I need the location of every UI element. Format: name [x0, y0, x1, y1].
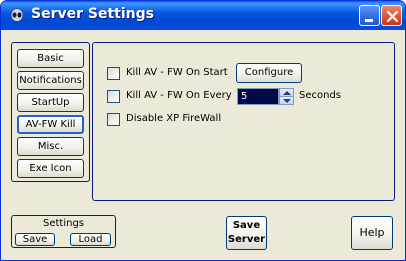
settings-title: Settings — [42, 218, 84, 229]
settings-save-button[interactable]: Save — [15, 233, 55, 246]
minimize-icon — [365, 19, 373, 22]
nav-notifications-button[interactable]: Notifications — [17, 71, 84, 90]
nav-misc-button[interactable]: Misc. — [17, 137, 84, 156]
window-title: Server Settings — [31, 6, 154, 22]
app-icon — [10, 8, 24, 22]
server-settings-window: Server Settings Basic Notifications Star… — [0, 0, 406, 261]
help-button[interactable]: Help — [351, 216, 393, 250]
nav-basic-button[interactable]: Basic — [17, 49, 84, 68]
arrow-down-icon — [283, 99, 291, 103]
kill-every-label: Kill AV - FW On Every — [126, 90, 232, 101]
settings-group: Settings Save Load — [11, 215, 116, 248]
save-server-button[interactable]: Save Server — [226, 216, 267, 250]
spin-down-button[interactable] — [279, 96, 294, 105]
kill-every-checkbox[interactable] — [107, 90, 120, 103]
close-button[interactable] — [381, 5, 402, 26]
title-bar[interactable]: Server Settings — [1, 1, 405, 30]
configure-button[interactable]: Configure — [236, 63, 302, 83]
close-icon — [386, 10, 399, 23]
disable-firewall-checkbox[interactable] — [107, 113, 120, 126]
kill-interval-input[interactable]: 5 — [237, 88, 279, 105]
nav-exe-icon-button[interactable]: Exe Icon — [17, 159, 84, 178]
kill-on-start-checkbox[interactable] — [107, 67, 120, 80]
minimize-button[interactable] — [359, 5, 380, 26]
av-fw-kill-panel: Kill AV - FW On Start Configure Kill AV … — [92, 42, 395, 201]
save-server-line2: Server — [227, 234, 266, 245]
disable-firewall-label: Disable XP FireWall — [126, 113, 222, 124]
seconds-label: Seconds — [299, 90, 342, 101]
nav-panel: Basic Notifications StartUp AV-FW Kill M… — [11, 42, 90, 182]
kill-on-start-label: Kill AV - FW On Start — [126, 67, 228, 78]
nav-av-fw-kill-button[interactable]: AV-FW Kill — [17, 115, 84, 134]
client-area: Basic Notifications StartUp AV-FW Kill M… — [4, 30, 402, 258]
nav-startup-button[interactable]: StartUp — [17, 93, 84, 112]
settings-load-button[interactable]: Load — [70, 233, 111, 246]
save-server-line1: Save — [232, 220, 261, 231]
